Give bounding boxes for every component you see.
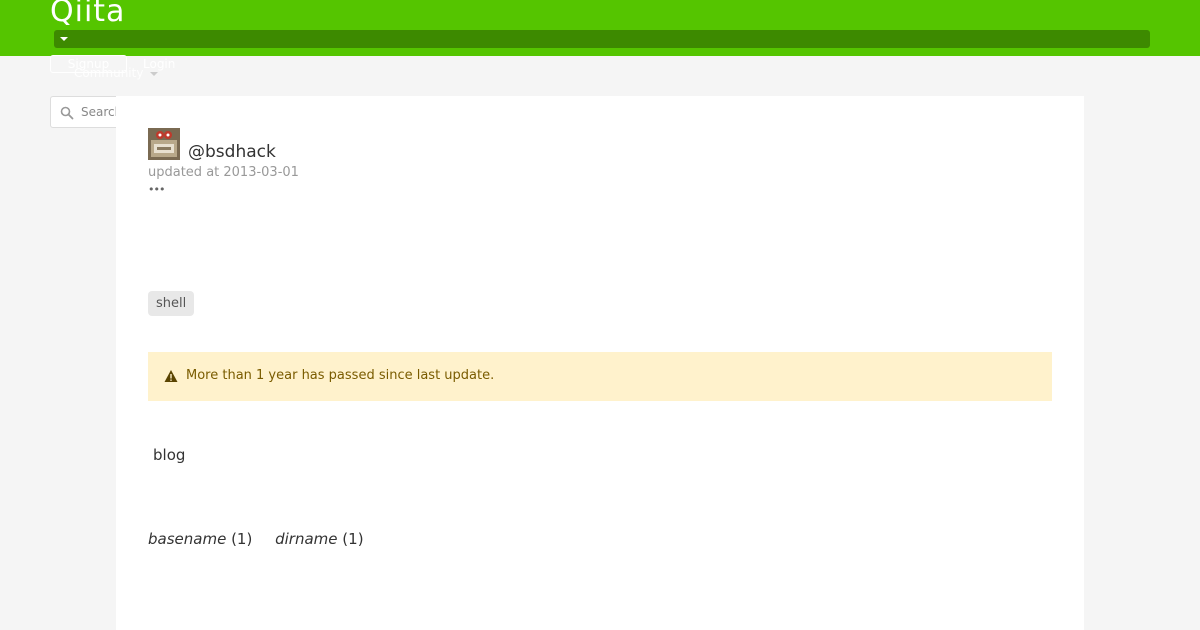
article-body-text: blog [153,446,186,464]
keyword-item[interactable]: basename (1) [148,530,252,548]
top-header: Qiita [0,0,1200,56]
keyword-list: basename (1) dirname (1) [148,530,382,548]
keyword-count: (1) [231,530,253,548]
qiita-logo[interactable]: Qiita [50,0,125,29]
keyword-count: (1) [342,530,364,548]
keyword-item[interactable]: dirname (1) [275,530,363,548]
chevron-down-icon[interactable] [150,72,158,76]
more-options-icon[interactable]: ••• [148,183,165,196]
outdated-notice: More than 1 year has passed since last u… [148,352,1052,401]
nav-bar[interactable] [54,30,1150,48]
username-link[interactable]: @bsdhack [188,142,276,162]
login-link[interactable]: Login [143,57,175,71]
user-avatar[interactable] [148,128,180,160]
community-menu[interactable]: Community [74,66,143,80]
notice-text: More than 1 year has passed since last u… [186,368,495,383]
keyword-name: basename [148,530,227,548]
updated-date: updated at 2013-03-01 [148,165,299,180]
warning-icon [164,370,178,382]
tag-shell[interactable]: shell [148,291,195,316]
keyword-name: dirname [275,530,338,548]
caret-down-icon[interactable] [60,37,68,41]
search-icon [60,106,74,120]
